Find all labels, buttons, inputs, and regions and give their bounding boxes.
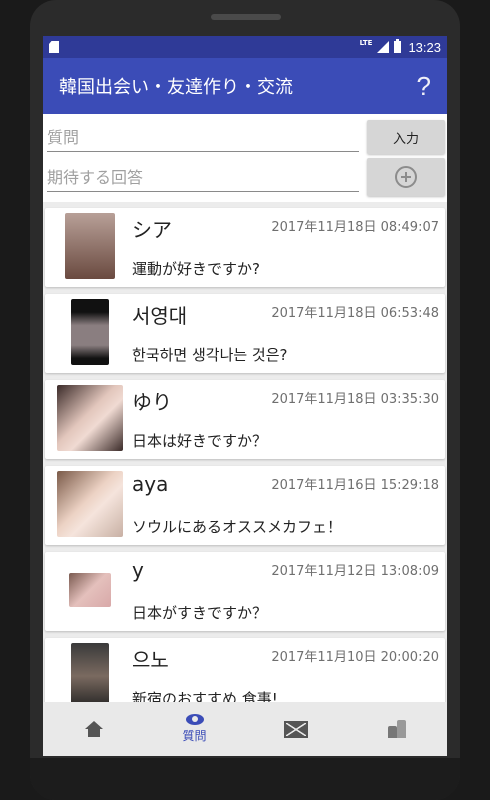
post-author: 으노 — [132, 648, 169, 672]
avatar[interactable] — [55, 298, 125, 366]
post-author: y — [132, 558, 144, 582]
avatar[interactable] — [55, 384, 125, 452]
profile-icon — [387, 720, 406, 738]
avatar[interactable] — [55, 642, 125, 710]
list-item[interactable]: 서영대 2017年11月18日 06:53:48 한국하면 생각나는 것은? — [45, 294, 445, 373]
post-date: 2017年11月18日 08:49:07 — [271, 220, 439, 235]
speaker-grille — [211, 14, 281, 20]
eye-icon — [185, 714, 204, 725]
post-author: シア — [132, 218, 172, 242]
avatar[interactable] — [55, 470, 125, 538]
status-bar: LTE 13:23 — [43, 36, 447, 58]
post-author: aya — [132, 472, 169, 496]
avatar[interactable] — [55, 556, 125, 624]
tab-questions[interactable]: 質問 — [144, 702, 245, 756]
submit-button[interactable]: 入力 — [367, 120, 445, 154]
network-type: LTE — [359, 39, 373, 47]
list-item[interactable]: y 2017年11月12日 13:08:09 日本がすきですか？ — [45, 552, 445, 631]
tab-questions-label: 質問 — [182, 729, 207, 743]
answer-field — [47, 162, 359, 192]
post-question: 運動が好きですか? — [132, 260, 260, 278]
post-date: 2017年11月16日 15:29:18 — [271, 478, 439, 493]
sd-card-icon — [49, 41, 59, 53]
avatar-photo — [57, 385, 123, 451]
home-icon — [84, 721, 103, 737]
app-bar: 韓国出会い・友達作り・交流 ? — [43, 58, 447, 114]
add-button[interactable] — [367, 158, 445, 196]
post-date: 2017年11月10日 20:00:20 — [271, 650, 439, 665]
bottom-bezel — [30, 758, 460, 800]
post-author: 서영대 — [132, 304, 188, 328]
bottom-tab-bar: 質問 — [43, 702, 447, 756]
post-question: 日本がすきですか？ — [132, 604, 268, 622]
avatar-photo — [69, 573, 111, 607]
post-question: 日本は好きですか？ — [132, 432, 268, 450]
help-button[interactable]: ? — [417, 71, 431, 102]
avatar-photo — [71, 299, 109, 365]
post-question: 한국하면 생각나는 것은? — [132, 346, 288, 364]
post-author: ゆり — [132, 390, 172, 414]
app-title: 韓国出会い・友達作り・交流 — [59, 77, 293, 98]
list-item[interactable]: aya 2017年11月16日 15:29:18 ソウルにあるオススメカフェ！ — [45, 466, 445, 545]
avatar-photo — [57, 471, 123, 537]
list-item[interactable]: ゆり 2017年11月18日 03:35:30 日本は好きですか？ — [45, 380, 445, 459]
question-list: シア 2017年11月18日 08:49:07 運動が好きですか? 서영대 20… — [43, 202, 447, 717]
battery-icon — [394, 39, 402, 53]
post-date: 2017年11月18日 03:35:30 — [271, 392, 439, 407]
tab-home[interactable] — [43, 702, 144, 756]
question-field — [47, 122, 359, 152]
avatar-photo — [71, 643, 109, 709]
add-circle-icon — [395, 166, 417, 188]
clock: 13:23 — [408, 39, 441, 55]
avatar-photo — [65, 213, 115, 279]
post-date: 2017年11月12日 13:08:09 — [271, 564, 439, 579]
avatar[interactable] — [55, 212, 125, 280]
list-item[interactable]: シア 2017年11月18日 08:49:07 運動が好きですか? — [45, 208, 445, 287]
question-input[interactable] — [47, 128, 359, 147]
tab-messages[interactable] — [245, 702, 346, 756]
mail-icon — [283, 720, 308, 738]
expected-answer-input[interactable] — [47, 168, 359, 187]
question-form: 入力 — [43, 114, 447, 202]
post-question: ソウルにあるオススメカフェ！ — [132, 518, 343, 536]
app-screen: LTE 13:23 韓国出会い・友達作り・交流 ? 入力 — [43, 36, 447, 756]
signal-icon — [377, 41, 390, 53]
post-date: 2017年11月18日 06:53:48 — [271, 306, 439, 321]
tab-profile[interactable] — [346, 702, 447, 756]
